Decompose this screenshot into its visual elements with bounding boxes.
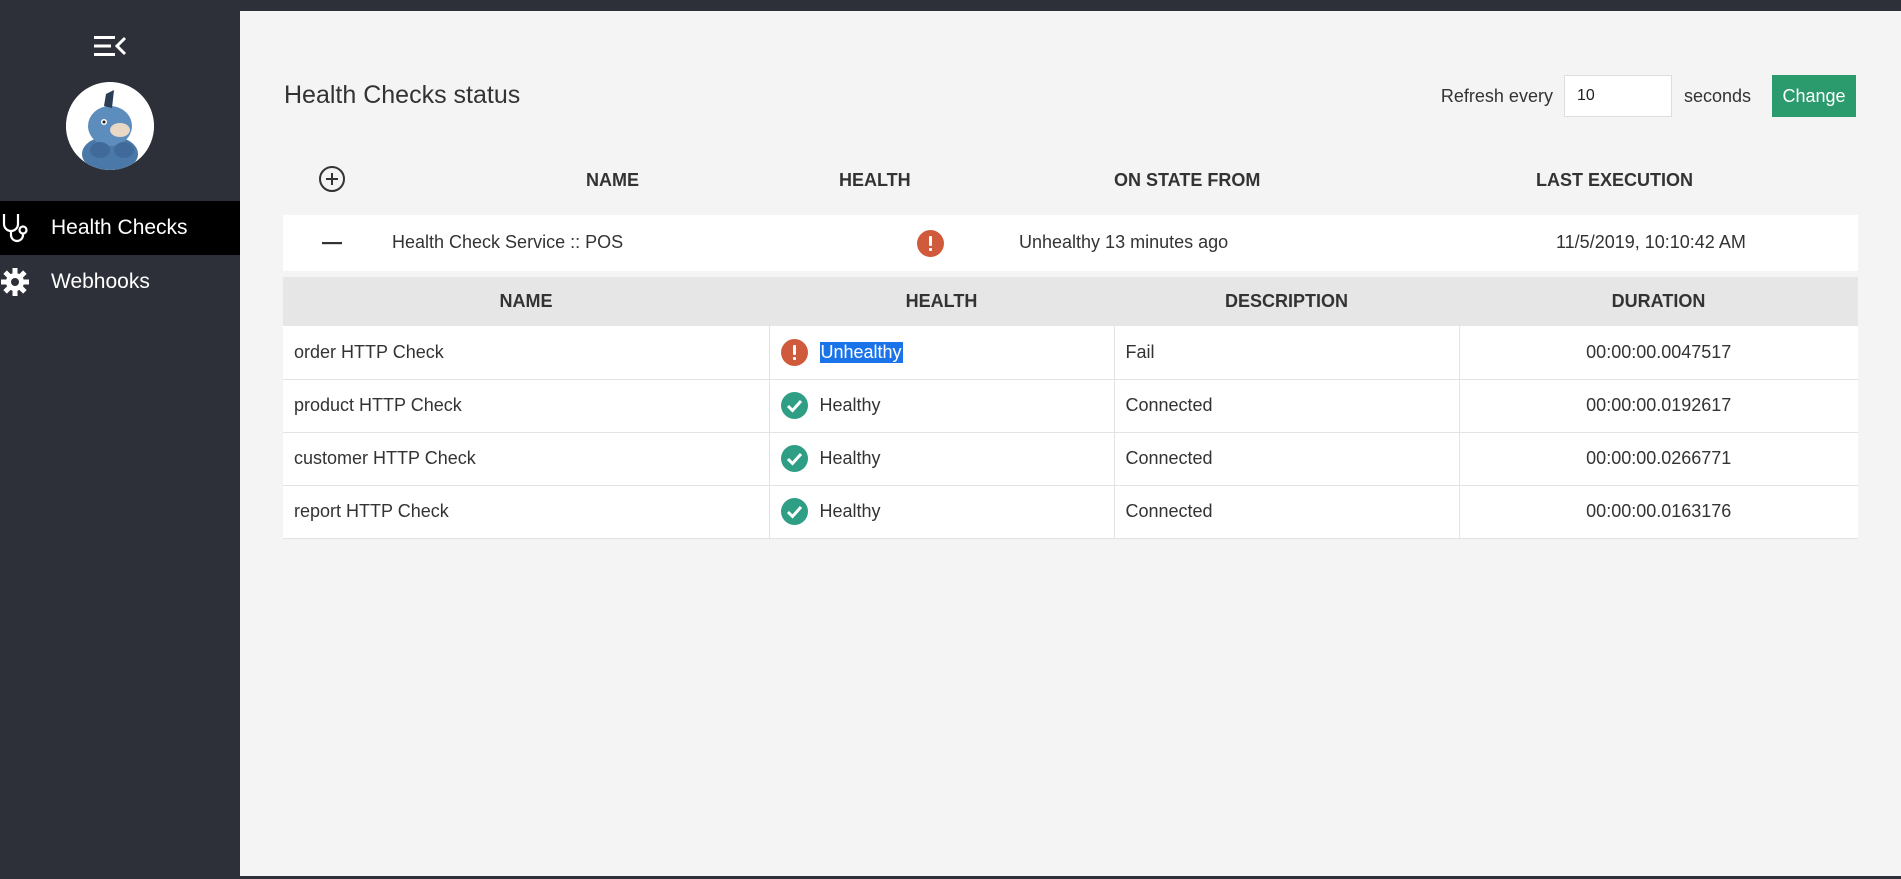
check-name: order HTTP Check [283, 326, 769, 380]
column-header-name: NAME [586, 170, 639, 190]
menu-collapse-icon[interactable] [92, 31, 128, 61]
check-description: Fail [1113, 326, 1459, 380]
refresh-label: Refresh every [1440, 85, 1553, 106]
check-name: product HTTP Check [283, 379, 769, 433]
refresh-interval-input[interactable] [1563, 75, 1672, 117]
health-status-text: Healthy [819, 501, 881, 521]
health-status-text: Healthy [819, 448, 881, 468]
avatar [66, 82, 154, 170]
table-row: product HTTP Check Healthy Connected 00:… [283, 379, 1858, 433]
check-description: Connected [1113, 432, 1459, 486]
check-circle-icon [780, 445, 808, 472]
check-duration: 00:00:00.0047517 [1458, 326, 1858, 380]
table-row[interactable]: Health Check Service :: POS Unhealthy 13… [283, 215, 1858, 271]
column-header-health: HEALTH [839, 170, 911, 190]
details-header-health: HEALTH [769, 277, 1114, 326]
service-on-state-from: Unhealthy 13 minutes ago [1019, 232, 1229, 252]
check-duration: 00:00:00.0163176 [1458, 485, 1858, 539]
sidebar-item-label: Health Checks [51, 216, 188, 239]
main-content: Health Checks status Refresh every secon… [240, 11, 1901, 876]
table-header: NAME HEALTH ON STATE FROM LAST EXECUTION [283, 157, 1858, 205]
table-row: report HTTP Check Healthy Connected 00:0… [283, 485, 1858, 539]
sidebar-item-webhooks[interactable]: Webhooks [0, 255, 240, 309]
check-circle-icon [780, 498, 808, 525]
column-header-on-state-from: ON STATE FROM [1114, 170, 1261, 190]
seconds-label: seconds [1683, 85, 1751, 106]
stethoscope-icon [0, 201, 51, 255]
sidebar-item-label: Webhooks [51, 270, 150, 293]
check-name: customer HTTP Check [283, 432, 769, 486]
sidebar: Health Checks Webhooks [0, 11, 240, 879]
add-circle-icon[interactable] [318, 165, 346, 193]
collapse-icon[interactable] [318, 229, 346, 257]
health-status-text: Unhealthy [819, 341, 903, 363]
page-title: Health Checks status [284, 81, 521, 109]
window-top-bar [0, 0, 1901, 11]
check-name: report HTTP Check [283, 485, 769, 539]
table-row: order HTTP Check Unhealthy Fail 00:00:00… [283, 326, 1858, 380]
sidebar-item-health-checks[interactable]: Health Checks [0, 201, 240, 255]
check-circle-icon [780, 392, 808, 419]
check-description: Connected [1113, 379, 1459, 433]
details-header-description: DESCRIPTION [1114, 277, 1459, 326]
table-row: customer HTTP Check Healthy Connected 00… [283, 432, 1858, 486]
service-name: Health Check Service :: POS [392, 232, 624, 252]
details-header-name: NAME [283, 277, 769, 326]
check-duration: 00:00:00.0266771 [1458, 432, 1858, 486]
error-icon [780, 338, 808, 366]
check-health: Healthy [768, 379, 1114, 433]
check-health: Healthy [768, 432, 1114, 486]
refresh-controls: Refresh every seconds Change [1441, 75, 1856, 117]
check-duration: 00:00:00.0192617 [1458, 379, 1858, 433]
health-status-text: Healthy [819, 395, 881, 415]
error-icon [917, 230, 944, 262]
gear-icon [0, 255, 51, 309]
check-description: Connected [1113, 485, 1459, 539]
change-button[interactable]: Change [1772, 75, 1856, 117]
column-header-last-execution: LAST EXECUTION [1536, 170, 1694, 190]
check-health: Healthy [768, 485, 1114, 539]
service-last-execution: 11/5/2019, 10:10:42 AM [1556, 232, 1746, 252]
details-table: NAME HEALTH DESCRIPTION DURATION order H… [283, 277, 1858, 539]
check-health: Unhealthy [768, 326, 1114, 380]
details-header-duration: DURATION [1459, 277, 1858, 326]
